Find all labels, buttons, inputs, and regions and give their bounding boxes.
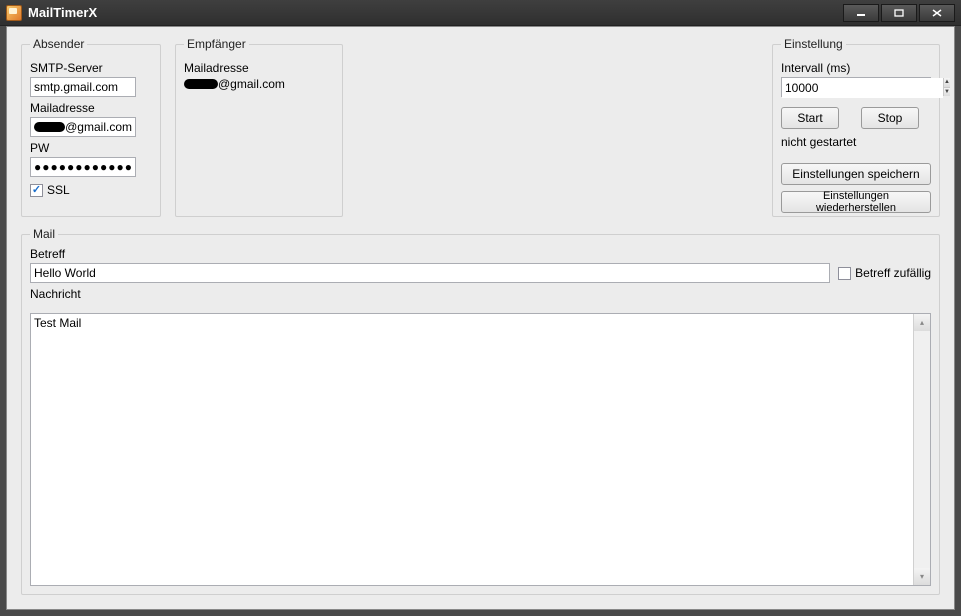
maximize-button[interactable] [881,4,917,22]
message-textbox[interactable]: ▴ ▾ [30,313,931,586]
message-label: Nachricht [30,287,931,301]
smtp-server-input[interactable] [30,77,136,97]
group-einstellung: Einstellung Intervall (ms) ▲ ▼ Start Sto… [772,37,940,217]
smtp-server-label: SMTP-Server [30,61,152,75]
subject-label: Betreff [30,247,931,261]
close-icon [932,9,942,17]
group-mail: Mail Betreff Betreff zufällig Nachricht … [21,227,940,595]
message-textarea[interactable] [31,314,913,585]
minimize-icon [856,9,866,17]
spinner-up-icon[interactable]: ▲ [944,78,950,88]
maximize-icon [894,9,904,17]
interval-spinner[interactable]: ▲ ▼ [943,78,950,96]
sender-mail-label: Mailadresse [30,101,152,115]
message-scrollbar[interactable]: ▴ ▾ [913,314,930,585]
close-button[interactable] [919,4,955,22]
sender-mail-suffix: @gmail.com [65,120,132,134]
group-mail-legend: Mail [30,227,58,241]
stop-button[interactable]: Stop [861,107,919,129]
save-settings-button[interactable]: Einstellungen speichern [781,163,931,185]
sender-mail-input[interactable]: @gmail.com [30,117,136,137]
recipient-mail-label: Mailadresse [184,61,334,75]
app-icon [6,5,22,21]
sender-mail-redacted [34,122,65,132]
recipient-mail-value: @gmail.com [184,77,334,91]
group-empfaenger-legend: Empfänger [184,37,249,51]
group-absender: Absender SMTP-Server Mailadresse @gmail.… [21,37,161,217]
status-text: nicht gestartet [781,135,931,149]
scroll-up-icon[interactable]: ▴ [914,314,930,331]
subject-input[interactable] [30,263,830,283]
restore-settings-button[interactable]: Einstellungen wiederherstellen [781,191,931,213]
interval-label: Intervall (ms) [781,61,931,75]
client-area: Absender SMTP-Server Mailadresse @gmail.… [6,26,955,610]
password-label: PW [30,141,152,155]
spinner-down-icon[interactable]: ▼ [944,88,950,97]
interval-input[interactable] [782,78,943,98]
window-title: MailTimerX [28,5,97,20]
group-einstellung-legend: Einstellung [781,37,846,51]
ssl-checkbox[interactable]: SSL [30,183,152,197]
titlebar[interactable]: MailTimerX [0,0,961,26]
interval-numeric[interactable]: ▲ ▼ [781,77,931,97]
recipient-mail-suffix: @gmail.com [218,77,285,91]
start-button[interactable]: Start [781,107,839,129]
application-window: MailTimerX Absender SMTP-Server Mailadre… [0,0,961,616]
ssl-checkbox-label: SSL [47,183,70,197]
recipient-mail-redacted [184,79,218,89]
random-subject-checkbox[interactable]: Betreff zufällig [838,266,931,280]
group-absender-legend: Absender [30,37,87,51]
minimize-button[interactable] [843,4,879,22]
random-subject-label: Betreff zufällig [855,266,931,280]
scroll-down-icon[interactable]: ▾ [914,568,930,585]
password-input[interactable] [30,157,136,177]
random-subject-checkbox-box [838,267,851,280]
ssl-checkbox-box [30,184,43,197]
group-empfaenger: Empfänger Mailadresse @gmail.com [175,37,343,217]
